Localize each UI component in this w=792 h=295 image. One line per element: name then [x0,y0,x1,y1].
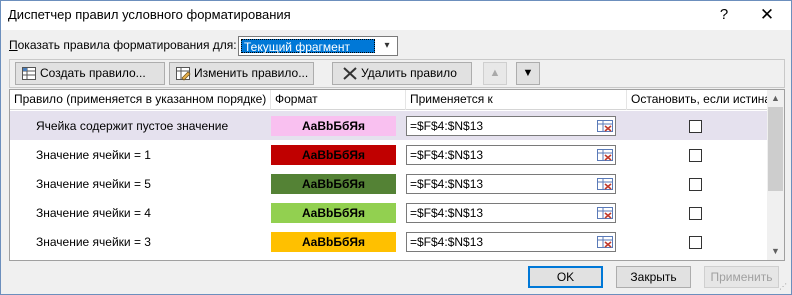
dialog-window: Диспетчер правил условного форматировани… [0,0,792,295]
stop-if-true-checkbox[interactable] [689,149,702,162]
help-button[interactable]: ? [707,3,741,27]
applies-to-field[interactable]: =$F$4:$N$13 [406,145,616,165]
scroll-up-icon[interactable]: ▲ [767,90,784,107]
rules-grid: Правило (применяется в указанном порядке… [9,89,785,261]
range-select-icon[interactable] [596,118,614,134]
apply-button[interactable]: Применить [704,266,779,288]
ok-button[interactable]: OK [528,266,603,288]
range-select-icon[interactable] [596,176,614,192]
applies-to-field[interactable]: =$F$4:$N$13 [406,203,616,223]
rule-name: Значение ячейки = 4 [36,206,151,220]
stop-if-true-checkbox[interactable] [689,207,702,220]
applies-to-field[interactable]: =$F$4:$N$13 [406,116,616,136]
show-rules-select[interactable]: Текущий фрагмент ▾ [238,36,398,56]
show-rules-selected-value: Текущий фрагмент [241,39,375,54]
show-rules-label: Показать правила форматирования для: [9,38,237,52]
resize-grip-icon[interactable]: ⋰ [779,282,789,292]
grid-header: Правило (применяется в указанном порядке… [10,90,771,110]
stop-if-true-checkbox[interactable] [689,120,702,133]
dialog-title: Диспетчер правил условного форматировани… [8,7,291,22]
rules-toolbar: Создать правило... Изменить правило... У… [9,59,785,88]
new-rule-icon [22,67,36,80]
applies-to-field[interactable]: =$F$4:$N$13 [406,174,616,194]
range-select-icon[interactable] [596,147,614,163]
applies-to-value: =$F$4:$N$13 [410,148,484,162]
stop-if-true-checkbox[interactable] [689,178,702,191]
new-rule-label: Создать правило... [40,66,146,80]
new-rule-button[interactable]: Создать правило... [15,62,165,85]
rule-row[interactable]: Значение ячейки = 1 AaBbБбЯя =$F$4:$N$13 [10,140,768,169]
scroll-thumb[interactable] [768,107,783,191]
move-down-button[interactable]: ▼ [516,62,540,85]
title-bar: Диспетчер правил условного форматировани… [1,1,791,30]
delete-rule-label: Удалить правило [361,66,457,80]
range-select-icon[interactable] [596,205,614,221]
format-preview[interactable]: AaBbБбЯя [271,145,396,165]
move-up-button[interactable]: ▲ [483,62,507,85]
rule-name: Значение ячейки = 1 [36,148,151,162]
rule-row[interactable]: Значение ячейки = 3 AaBbБбЯя =$F$4:$N$13 [10,227,768,256]
stop-if-true-checkbox[interactable] [689,236,702,249]
scroll-down-icon[interactable]: ▼ [767,243,784,260]
delete-x-icon [343,67,357,80]
rule-name: Ячейка содержит пустое значение [36,119,229,133]
edit-rule-icon [176,67,191,81]
range-select-icon[interactable] [596,234,614,250]
edit-rule-button[interactable]: Изменить правило... [169,62,314,85]
rule-row[interactable]: Значение ячейки = 4 AaBbБбЯя =$F$4:$N$13 [10,198,768,227]
applies-to-value: =$F$4:$N$13 [410,235,484,249]
close-window-button[interactable]: ✕ [745,3,789,27]
show-rules-label-text: оказать правила форматирования для: [17,38,237,52]
show-rules-mnemonic: П [9,38,18,52]
edit-rule-label: Изменить правило... [194,66,309,80]
format-preview[interactable]: AaBbБбЯя [271,232,396,252]
applies-to-value: =$F$4:$N$13 [410,206,484,220]
vertical-scrollbar[interactable]: ▲ ▼ [767,90,784,260]
close-button[interactable]: Закрыть [616,266,691,288]
format-preview[interactable]: AaBbБбЯя [271,203,396,223]
rule-name: Значение ячейки = 3 [36,235,151,249]
col-header-rule[interactable]: Правило (применяется в указанном порядке… [10,90,271,110]
col-header-applies-to[interactable]: Применяется к [406,90,627,110]
chevron-down-icon[interactable]: ▾ [379,38,395,54]
col-header-stop-if-true[interactable]: Остановить, если истина [627,90,771,110]
rule-row[interactable]: Ячейка содержит пустое значение AaBbБбЯя =… [10,111,768,140]
format-preview[interactable]: AaBbБбЯя [271,174,396,194]
delete-rule-button[interactable]: Удалить правило [332,62,472,85]
col-header-format[interactable]: Формат [271,90,406,110]
applies-to-value: =$F$4:$N$13 [410,177,484,191]
applies-to-field[interactable]: =$F$4:$N$13 [406,232,616,252]
rule-name: Значение ячейки = 5 [36,177,151,191]
applies-to-value: =$F$4:$N$13 [410,119,484,133]
rule-row[interactable]: Значение ячейки = 5 AaBbБбЯя =$F$4:$N$13 [10,169,768,198]
format-preview[interactable]: AaBbБбЯя [271,116,396,136]
